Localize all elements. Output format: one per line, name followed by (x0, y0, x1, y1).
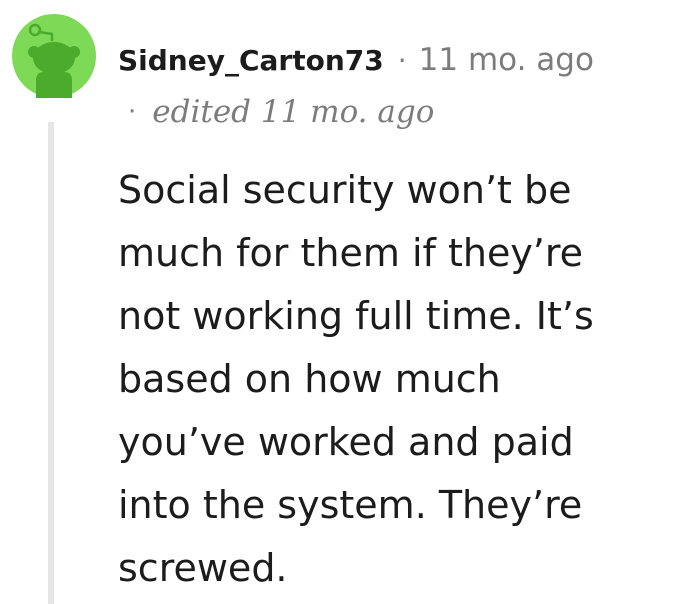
comment-body-line: much for them if they’re (118, 231, 584, 275)
timestamp[interactable]: 11 mo. ago (419, 42, 594, 78)
edited-label: edited 11 mo. ago (152, 94, 435, 130)
user-avatar[interactable] (12, 14, 96, 98)
comment-body-line: you’ve worked and paid (118, 420, 574, 464)
comment-meta: Sidney_Carton73 · 11 mo. ago (118, 36, 594, 84)
comment-body-line: not working full time. It’s (118, 294, 594, 338)
meta-separator: · (128, 97, 137, 127)
edited-meta: · edited 11 mo. ago (128, 90, 434, 134)
comment-body-line: screwed. (118, 546, 288, 590)
comment-body-line: based on how much (118, 357, 501, 401)
comment: Sidney_Carton73 · 11 mo. ago · edited 11… (0, 0, 684, 604)
comment-body-line: into the system. They’re (118, 483, 583, 527)
comment-body: Social security won’t be much for them i… (118, 159, 678, 600)
username-link[interactable]: Sidney_Carton73 (118, 44, 384, 77)
thread-collapse-line[interactable] (48, 122, 54, 604)
snoo-avatar-icon (12, 14, 96, 98)
comment-body-line: Social security won’t be (118, 168, 572, 212)
meta-separator: · (397, 43, 407, 77)
